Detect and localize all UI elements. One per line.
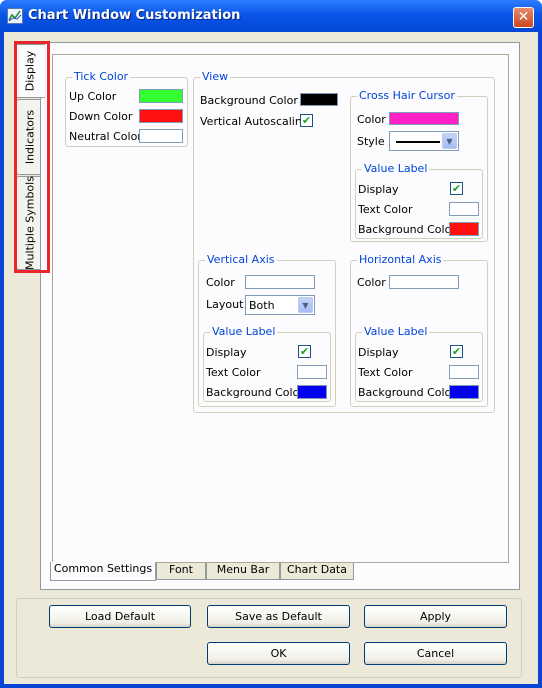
layout-value: Both (249, 299, 275, 312)
cross-hair-color-swatch[interactable] (389, 112, 459, 125)
horizontal-axis-color-swatch[interactable] (389, 275, 459, 289)
horizontal-axis-bg-color-label: Background Color (358, 386, 456, 399)
line-style-sample (396, 141, 440, 143)
tab-multiple-symbols-label: Multiple Symbols (23, 176, 37, 270)
cross-hair-bg-color-swatch[interactable] (449, 222, 479, 236)
tab-font[interactable]: Font (156, 563, 206, 580)
down-color-label: Down Color (69, 110, 133, 123)
background-color-label: Background Color (200, 94, 298, 107)
cross-hair-color-label: Color (357, 113, 386, 126)
close-button[interactable]: ✕ (513, 7, 534, 28)
tab-chart-data-label: Chart Data (287, 563, 347, 576)
save-as-default-button[interactable]: Save as Default (207, 605, 350, 628)
view-legend: View (200, 70, 231, 83)
vertical-axis-legend: Vertical Axis (205, 253, 277, 266)
chevron-down-icon[interactable]: ▼ (442, 133, 457, 149)
up-color-swatch[interactable] (139, 89, 183, 103)
tab-menu-bar[interactable]: Menu Bar (206, 563, 280, 580)
cross-hair-text-color-swatch[interactable] (449, 202, 479, 216)
horizontal-axis-text-color-swatch[interactable] (449, 365, 479, 379)
vertical-axis-display-checkbox[interactable]: ✔ (298, 345, 311, 358)
chart-app-icon (7, 8, 23, 24)
horizontal-axis-display-checkbox[interactable]: ✔ (450, 345, 463, 358)
tab-font-label: Font (169, 563, 193, 576)
vertical-axis-text-color-swatch[interactable] (297, 365, 327, 379)
down-color-swatch[interactable] (139, 109, 183, 123)
load-default-button[interactable]: Load Default (49, 605, 191, 628)
layout-label: Layout (206, 298, 244, 311)
cross-hair-legend: Cross Hair Cursor (357, 89, 457, 102)
vertical-autoscaling-label: Vertical Autoscaling (200, 115, 309, 128)
cross-hair-style-label: Style (357, 135, 385, 148)
tab-common-settings[interactable]: Common Settings (50, 562, 156, 581)
vertical-axis-bg-color-swatch[interactable] (297, 385, 327, 399)
tab-indicators[interactable]: Indicators (16, 99, 43, 175)
vertical-axis-color-label: Color (206, 276, 235, 289)
vertical-autoscaling-checkbox[interactable]: ✔ (300, 114, 313, 127)
tab-multiple-symbols[interactable]: Multiple Symbols (16, 176, 43, 270)
horizontal-axis-color-label: Color (357, 276, 386, 289)
up-color-label: Up Color (69, 90, 117, 103)
cross-hair-text-color-label: Text Color (358, 203, 413, 216)
ok-button[interactable]: OK (207, 642, 350, 665)
horizontal-axis-value-label-legend: Value Label (362, 325, 430, 338)
horizontal-axis-legend: Horizontal Axis (357, 253, 444, 266)
neutral-color-label: Neutral Color (69, 130, 142, 143)
tick-color-legend: Tick Color (72, 70, 131, 83)
tab-menu-bar-label: Menu Bar (216, 563, 270, 576)
tab-common-settings-label: Common Settings (53, 562, 153, 575)
neutral-color-swatch[interactable] (139, 129, 183, 143)
apply-button[interactable]: Apply (364, 605, 507, 628)
cross-hair-value-label-legend: Value Label (362, 162, 430, 175)
background-color-swatch[interactable] (300, 93, 338, 106)
cancel-button[interactable]: Cancel (364, 642, 507, 665)
vertical-axis-display-label: Display (206, 346, 247, 359)
tab-indicators-label: Indicators (23, 109, 37, 165)
cross-hair-bg-color-label: Background Color (358, 223, 456, 236)
vertical-axis-bg-color-label: Background Color (206, 386, 304, 399)
title-bar[interactable]: Chart Window Customization ✕ (0, 0, 542, 32)
horizontal-axis-text-color-label: Text Color (358, 366, 413, 379)
tab-display-label: Display (23, 50, 37, 92)
horizontal-axis-display-label: Display (358, 346, 399, 359)
vertical-axis-color-swatch[interactable] (245, 275, 315, 289)
layout-select[interactable]: Both ▼ (245, 295, 315, 315)
vertical-axis-value-label-legend: Value Label (210, 325, 278, 338)
cross-hair-display-checkbox[interactable]: ✔ (450, 182, 463, 195)
cross-hair-display-label: Display (358, 183, 399, 196)
tab-display[interactable]: Display (14, 44, 45, 98)
window-title: Chart Window Customization (28, 8, 241, 23)
horizontal-axis-bg-color-swatch[interactable] (449, 385, 479, 399)
tab-chart-data[interactable]: Chart Data (280, 563, 354, 580)
cross-hair-style-select[interactable]: ▼ (389, 131, 459, 151)
chevron-down-icon[interactable]: ▼ (298, 297, 313, 313)
vertical-axis-text-color-label: Text Color (206, 366, 261, 379)
